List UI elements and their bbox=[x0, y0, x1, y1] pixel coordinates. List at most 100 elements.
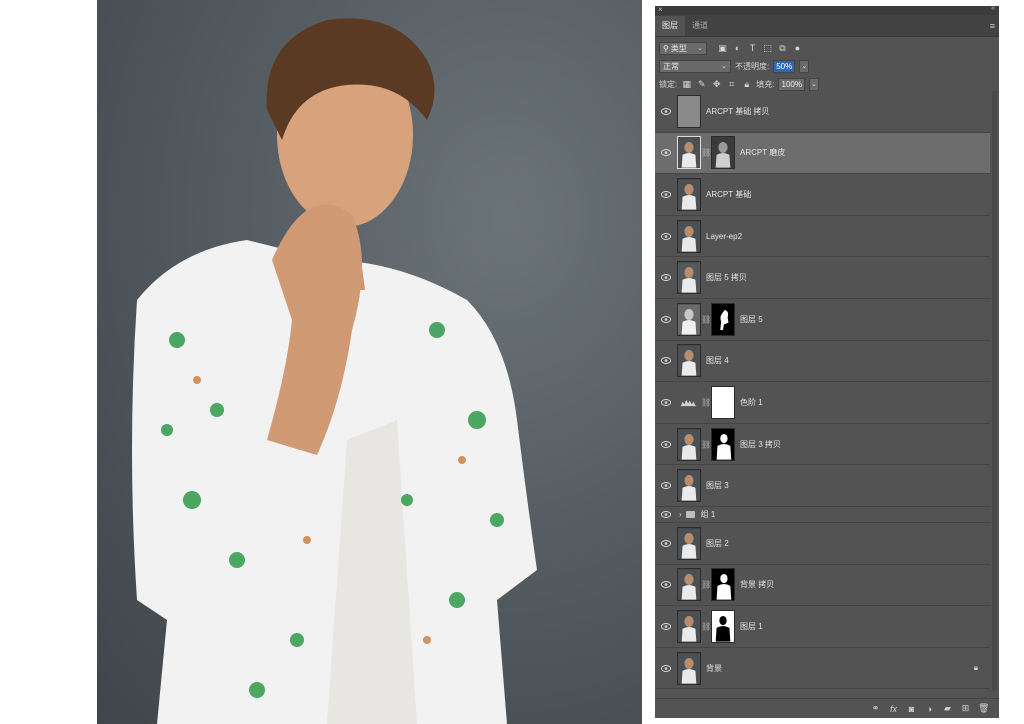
opacity-dropdown-icon[interactable]: ⌄ bbox=[799, 59, 810, 73]
layer-row[interactable]: ⛓ 图层 5 bbox=[655, 299, 990, 341]
layer-thumbnail bbox=[677, 344, 701, 378]
layer-row[interactable]: ⛓ ARCPT 磨皮 bbox=[655, 132, 990, 175]
layer-row[interactable]: ARCPT 基础 bbox=[655, 174, 990, 216]
filter-pixel-icon[interactable]: ▣ bbox=[717, 43, 728, 54]
fx-icon[interactable]: fx bbox=[888, 704, 899, 714]
layer-name: 背景 拷贝 bbox=[740, 580, 775, 590]
eye-icon[interactable] bbox=[655, 274, 677, 282]
add-mask-icon[interactable]: ◙ bbox=[906, 704, 917, 714]
layer-thumbnail bbox=[677, 427, 701, 461]
opacity-input[interactable]: 50% bbox=[773, 59, 796, 73]
eye-icon[interactable] bbox=[655, 107, 677, 115]
close-icon[interactable]: × bbox=[658, 6, 663, 14]
blend-mode-value: 正常 bbox=[663, 61, 679, 71]
filter-type-icon[interactable]: T bbox=[747, 43, 758, 54]
layer-name: 图层 3 拷贝 bbox=[740, 439, 781, 449]
layer-row[interactable]: ⛓ 背景 拷贝 bbox=[655, 565, 990, 607]
eye-icon[interactable] bbox=[655, 622, 677, 630]
portrait-image bbox=[132, 18, 537, 724]
chain-link-icon[interactable]: ⛓ bbox=[701, 580, 711, 589]
eye-icon[interactable] bbox=[655, 232, 677, 240]
eye-icon[interactable] bbox=[655, 664, 677, 672]
scrollbar[interactable] bbox=[992, 91, 997, 691]
lock-artboard-icon[interactable]: ⌗ bbox=[726, 79, 737, 90]
eye-icon[interactable] bbox=[655, 440, 677, 448]
fill-input[interactable]: 100% bbox=[778, 77, 805, 91]
layers-panel: × « 图层 通道 ≡ ⚲ 类型 ⌄ ▣ ◐ T ⬚ ⧉ ● 正常 ⌄ 不透明度… bbox=[655, 6, 999, 718]
trash-icon[interactable]: 🗑︎ bbox=[978, 703, 989, 714]
layer-row[interactable]: ⛓ 色阶 1 bbox=[655, 382, 990, 424]
eye-icon[interactable] bbox=[655, 510, 677, 518]
panel-bottom-toolbar: ⚭ fx ◙ ◑ ▰ ⊞ 🗑︎ bbox=[655, 698, 999, 718]
eye-icon[interactable] bbox=[655, 149, 677, 157]
fill-label: 填充: bbox=[756, 79, 775, 89]
layer-row[interactable]: ARCPT 基础 拷贝 bbox=[655, 91, 990, 133]
filter-kind-select[interactable]: ⚲ 类型 ⌄ bbox=[659, 41, 707, 55]
eye-icon[interactable] bbox=[655, 191, 677, 198]
layer-name: 图层 5 拷贝 bbox=[706, 273, 747, 283]
levels-histogram-icon bbox=[677, 386, 701, 419]
layer-mask-thumbnail bbox=[711, 427, 735, 461]
chain-link-icon[interactable]: ⛓ bbox=[701, 148, 711, 157]
filter-row: ⚲ 类型 ⌄ ▣ ◐ T ⬚ ⧉ ● bbox=[655, 39, 999, 57]
layer-name: ARCPT 基础 bbox=[706, 189, 752, 199]
collapse-icon[interactable]: « bbox=[991, 6, 995, 12]
eye-icon[interactable] bbox=[655, 399, 677, 406]
filter-toggle-icon[interactable]: ● bbox=[792, 43, 803, 54]
layer-thumbnail bbox=[677, 261, 701, 295]
layer-thumbnail bbox=[677, 302, 701, 336]
layer-thumbnail bbox=[677, 177, 701, 211]
chain-link-icon[interactable]: ⛓ bbox=[701, 398, 711, 407]
layer-row[interactable]: 图层 2 bbox=[655, 523, 990, 565]
chain-link-icon[interactable]: ⛓ bbox=[701, 315, 711, 324]
adjustment-layer-icon[interactable]: ◑ bbox=[924, 704, 935, 714]
filter-adjustment-icon[interactable]: ◐ bbox=[732, 43, 743, 54]
new-group-icon[interactable]: ▰ bbox=[942, 703, 953, 714]
layer-name: 背景 bbox=[706, 663, 722, 673]
eye-icon[interactable] bbox=[655, 315, 677, 323]
layer-row[interactable]: ⛓ 图层 1 bbox=[655, 606, 990, 648]
blend-mode-select[interactable]: 正常 ⌄ bbox=[659, 59, 731, 73]
eye-icon[interactable] bbox=[655, 539, 677, 547]
photo-canvas[interactable] bbox=[97, 0, 642, 724]
lock-icon[interactable]: 🔒︎ bbox=[974, 663, 978, 673]
lock-label: 锁定: bbox=[659, 79, 678, 89]
layer-row[interactable]: ⛓ 图层 3 拷贝 bbox=[655, 424, 990, 466]
layers-list: ARCPT 基础 拷贝 ⛓ ARCPT 磨皮 ARCPT 基础 Layer-ep… bbox=[655, 91, 990, 690]
layer-mask-thumbnail bbox=[711, 568, 735, 602]
search-icon: ⚲ bbox=[663, 43, 669, 53]
link-layers-icon[interactable]: ⚭ bbox=[870, 703, 881, 714]
chain-link-icon[interactable]: ⛓ bbox=[701, 440, 711, 449]
lock-all-icon[interactable]: 🔒︎ bbox=[741, 79, 752, 90]
filter-smart-object-icon[interactable]: ⧉ bbox=[777, 43, 788, 54]
eye-icon[interactable] bbox=[655, 482, 677, 490]
panel-tabs: 图层 通道 ≡ bbox=[655, 15, 999, 37]
layer-group-row[interactable]: › 组 1 bbox=[655, 507, 990, 523]
layer-row[interactable]: 背景 🔒︎ bbox=[655, 648, 990, 690]
chevron-down-icon: ⌄ bbox=[721, 62, 727, 70]
new-layer-icon[interactable]: ⊞ bbox=[960, 703, 971, 714]
tab-channels[interactable]: 通道 bbox=[685, 16, 715, 36]
lock-transparent-icon[interactable]: ▦ bbox=[681, 79, 692, 90]
layer-thumbnail bbox=[677, 568, 701, 602]
layer-row[interactable]: Layer-ep2 bbox=[655, 216, 990, 258]
chevron-right-icon[interactable]: › bbox=[679, 510, 682, 519]
layer-row[interactable]: 图层 4 bbox=[655, 341, 990, 383]
layer-mask-thumbnail bbox=[711, 609, 735, 643]
panel-menu-icon[interactable]: ≡ bbox=[990, 21, 995, 31]
layer-row[interactable]: 图层 3 bbox=[655, 465, 990, 507]
chevron-down-icon: ⌄ bbox=[697, 44, 703, 52]
eye-icon[interactable] bbox=[655, 581, 677, 589]
layer-name: Layer-ep2 bbox=[706, 231, 743, 241]
chain-link-icon[interactable]: ⛓ bbox=[701, 622, 711, 631]
layer-name: 图层 2 bbox=[706, 538, 729, 548]
layer-name: 色阶 1 bbox=[740, 397, 763, 407]
filter-shape-icon[interactable]: ⬚ bbox=[762, 43, 773, 54]
lock-paint-icon[interactable]: ✎ bbox=[696, 79, 707, 90]
layer-row[interactable]: 图层 5 拷贝 bbox=[655, 257, 990, 299]
lock-move-icon[interactable]: ✥ bbox=[711, 79, 722, 90]
fill-dropdown-icon[interactable]: ⌄ bbox=[808, 77, 819, 91]
layer-name: 组 1 bbox=[700, 509, 716, 519]
tab-layers[interactable]: 图层 bbox=[655, 16, 685, 36]
eye-icon[interactable] bbox=[655, 357, 677, 365]
